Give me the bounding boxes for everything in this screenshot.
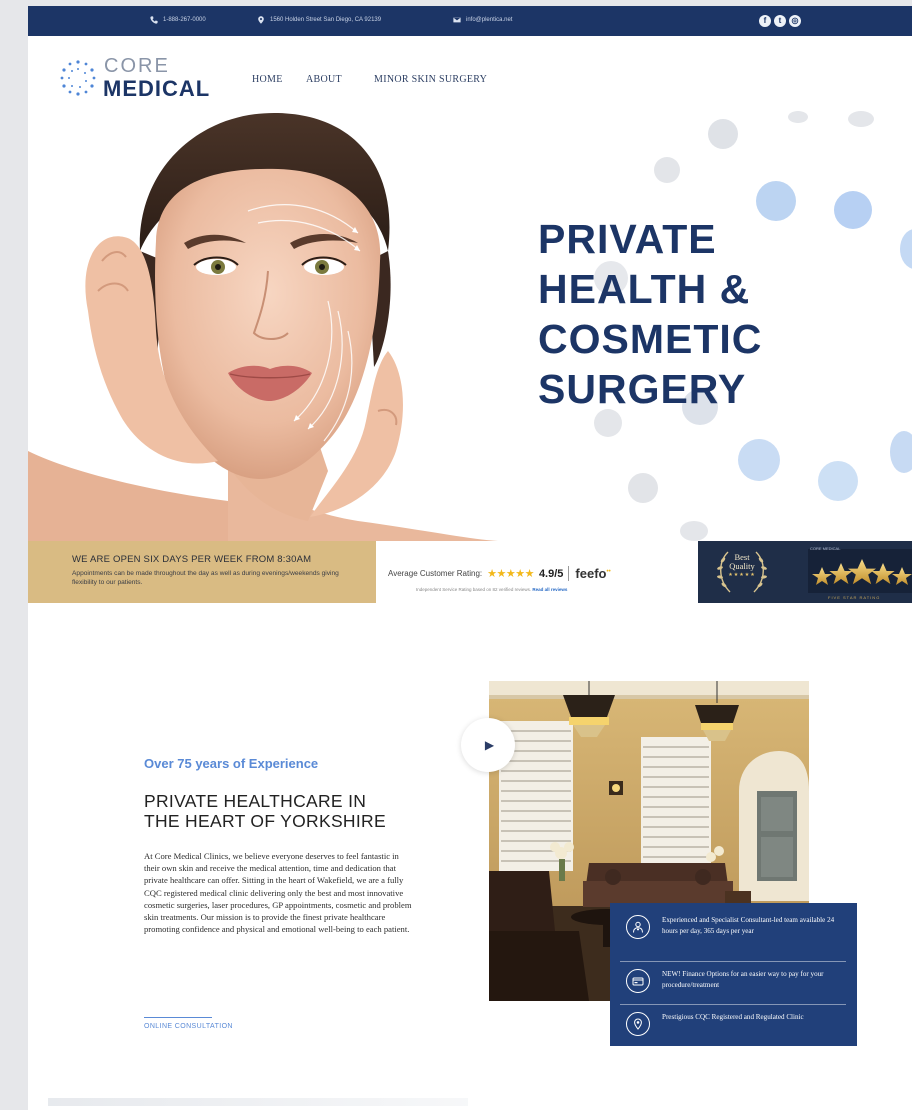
consultation-divider [144, 1017, 212, 1018]
phone-icon [150, 16, 158, 24]
email-text: info@plentica.net [466, 17, 513, 23]
hero-line-2: HEALTH & [538, 266, 751, 312]
hero-section: PRIVATE HEALTH & COSMETIC SURGERY [28, 111, 912, 541]
rating-stars-icon: ★★★★★ [487, 568, 534, 580]
feature-text: NEW! Finance Options for an easier way t… [662, 970, 824, 989]
rating-label: Average Customer Rating: [388, 569, 483, 578]
five-stars-icon [812, 559, 912, 585]
feefo-mark-icon: •• [606, 568, 611, 575]
video-play-button[interactable]: ▶ [461, 718, 515, 772]
instagram-icon[interactable]: ◎ [789, 15, 801, 27]
opening-hours-title: WE ARE OPEN SIX DAYS PER WEEK FROM 8:30A… [72, 554, 312, 565]
rating-score: 4.9/5 [538, 567, 564, 580]
logo-text-medical: MEDICAL [103, 76, 211, 101]
online-consultation-link[interactable]: ONLINE CONSULTATION [144, 1023, 233, 1030]
badge-caption: FIVE STAR RATING [828, 595, 881, 600]
nav-about[interactable]: ABOUT [306, 74, 342, 85]
feature-item: Prestigious CQC Registered and Regulated… [626, 1012, 847, 1036]
hero-line-3: COSMETIC [538, 316, 763, 362]
best-stars: ★★★★★ [728, 572, 756, 578]
decor-dot [900, 229, 912, 269]
feefo-brand: feefo [575, 566, 607, 581]
about-title: PRIVATE HEALTHCARE IN THE HEART OF YORKS… [144, 791, 444, 831]
core-medical-logo[interactable]: CORE MEDICAL [58, 55, 218, 104]
about-body-text: At Core Medical Clinics, we believe ever… [144, 851, 412, 935]
phone-contact[interactable]: 1-888-267-0000 [150, 16, 206, 24]
decor-dot [654, 157, 680, 183]
hero-line-4: SURGERY [538, 366, 747, 412]
feature-item: Experienced and Specialist Consultant-le… [626, 915, 847, 939]
facebook-icon[interactable]: f [759, 15, 771, 27]
mail-icon [453, 17, 461, 23]
decor-dot [890, 431, 912, 473]
rating-line: Average Customer Rating: ★★★★★ 4.9/5 fee… [388, 566, 611, 581]
opening-hours-banner: WE ARE OPEN SIX DAYS PER WEEK FROM 8:30A… [28, 541, 376, 603]
five-star-badge [808, 549, 912, 593]
hero-portrait-image [28, 111, 498, 541]
customer-rating-widget: Average Customer Rating: ★★★★★ 4.9/5 fee… [376, 541, 696, 603]
about-title-line-1: PRIVATE HEALTHCARE IN [144, 791, 367, 811]
twitter-icon[interactable]: t [774, 15, 786, 27]
rating-subtext: Independent Service Rating based on 82 v… [416, 587, 567, 592]
feature-item: NEW! Finance Options for an easier way t… [626, 969, 847, 993]
address-contact[interactable]: 1560 Holden Street San Diego, CA 92139 [257, 16, 381, 24]
decor-dot [848, 111, 874, 127]
feature-text: Prestigious CQC Registered and Regulated… [662, 1013, 804, 1021]
next-section-peek [48, 1098, 468, 1106]
experience-kicker: Over 75 years of Experience [144, 756, 319, 771]
page: 1-888-267-0000 1560 Holden Street San Di… [28, 6, 912, 1110]
hero-line-1: PRIVATE [538, 216, 717, 262]
decor-dot [708, 119, 738, 149]
play-icon: ▶ [484, 738, 495, 752]
nav-minor-skin-surgery[interactable]: MINOR SKIN SURGERY [374, 74, 487, 85]
badge-brand: CORE MEDICAL [810, 546, 841, 551]
award-badges: Best Quality ★★★★★ CORE MEDICAL FIVE STA… [698, 541, 912, 603]
read-all-reviews-link[interactable]: Read all reviews [532, 587, 567, 592]
nav-home[interactable]: HOME [252, 74, 283, 85]
decor-dot [628, 473, 658, 503]
feefo-logo[interactable]: feefo•• [568, 566, 611, 581]
address-text: 1560 Holden Street San Diego, CA 92139 [270, 17, 382, 23]
location-pin-icon [626, 1012, 650, 1036]
decor-dot [756, 181, 796, 221]
logo-ring-icon [60, 60, 96, 96]
social-links: f t ◎ [759, 15, 801, 27]
decor-dot [738, 439, 780, 481]
decor-dot [788, 111, 808, 123]
feature-text: Experienced and Specialist Consultant-le… [662, 916, 835, 935]
opening-hours-text: Appointments can be made throughout the … [72, 570, 339, 586]
top-bar: 1-888-267-0000 1560 Holden Street San Di… [28, 6, 912, 36]
decor-dot [818, 461, 858, 501]
best-quality-badge: Best Quality ★★★★★ [724, 552, 760, 578]
doctor-icon [626, 915, 650, 939]
decor-dot [834, 191, 872, 229]
feature-divider [620, 1004, 846, 1005]
card-icon [626, 969, 650, 993]
feature-divider [620, 961, 846, 962]
location-icon [258, 16, 264, 24]
features-panel: Experienced and Specialist Consultant-le… [610, 903, 857, 1046]
logo-text-core: CORE [104, 55, 170, 77]
rating-sub-text: Independent Service Rating based on 82 v… [416, 587, 532, 592]
about-title-line-2: THE HEART OF YORKSHIRE [144, 811, 386, 832]
best-line-2: Quality [729, 561, 755, 572]
decor-dot [680, 521, 708, 541]
hero-headline: PRIVATE HEALTH & COSMETIC SURGERY [538, 219, 838, 419]
email-contact[interactable]: info@plentica.net [453, 16, 512, 24]
phone-number: 1-888-267-0000 [163, 17, 206, 23]
